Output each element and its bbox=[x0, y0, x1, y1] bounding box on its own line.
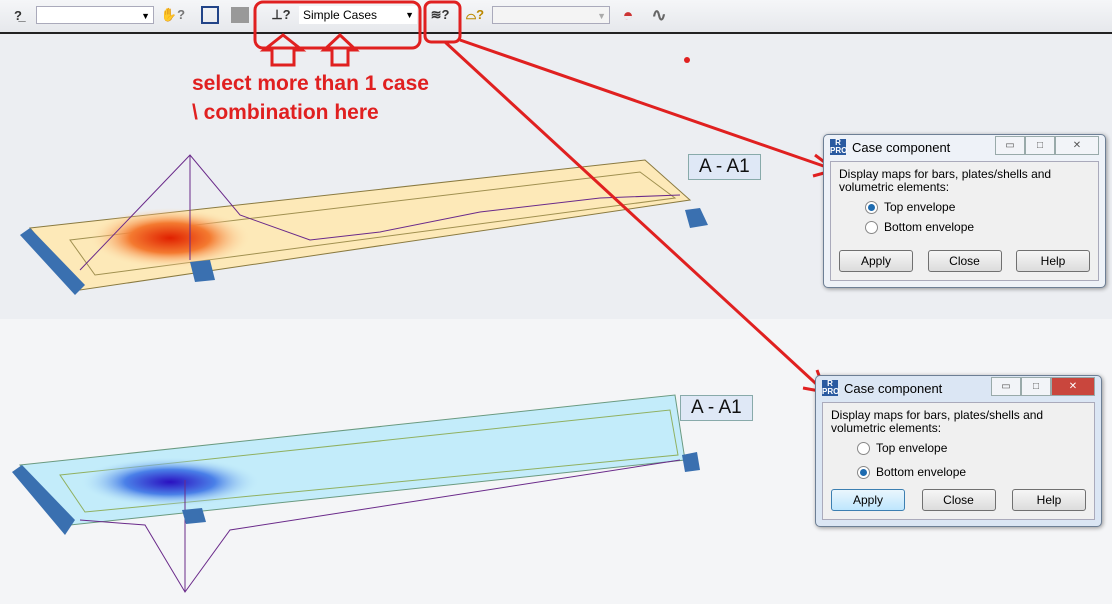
dialog-title: Case component bbox=[852, 139, 951, 155]
grid-icon[interactable] bbox=[229, 4, 251, 26]
close-button[interactable]: Close bbox=[927, 250, 1002, 272]
close-icon[interactable]: ✕ bbox=[1051, 377, 1095, 396]
close-button[interactable]: Close bbox=[921, 489, 996, 511]
section-label-top: A - A1 bbox=[688, 154, 761, 180]
case-component-dialog-bottom: R PRO Case component ▭ □ ✕ Display maps for… bbox=[815, 375, 1102, 527]
radio-top-envelope[interactable]: Top envelope bbox=[857, 441, 1086, 455]
cases-combo[interactable]: Simple Cases ▼ bbox=[299, 6, 417, 24]
component-icon[interactable]: ⌓? bbox=[462, 4, 488, 26]
close-icon[interactable]: ✕ bbox=[1055, 136, 1099, 155]
chevron-down-icon: ▼ bbox=[597, 11, 606, 21]
section-label-bottom: A - A1 bbox=[680, 395, 753, 421]
chevron-down-icon: ▼ bbox=[405, 10, 414, 20]
envelope-icon[interactable]: ≋? bbox=[427, 4, 453, 26]
minimize-button[interactable]: ▭ bbox=[995, 136, 1025, 155]
apply-button[interactable]: Apply bbox=[839, 250, 913, 272]
frame-icon[interactable] bbox=[198, 4, 222, 26]
radio-top-envelope[interactable]: Top envelope bbox=[865, 200, 1090, 214]
component-combo[interactable]: ▼ bbox=[492, 6, 610, 24]
minimize-button[interactable]: ▭ bbox=[991, 377, 1021, 396]
robot-logo: R PRO bbox=[830, 138, 848, 155]
help-button[interactable]: Help bbox=[1016, 250, 1090, 272]
radio-bottom-envelope[interactable]: Bottom envelope bbox=[857, 465, 1086, 479]
apply-button[interactable]: Apply bbox=[831, 489, 905, 511]
toolbar: ?̲ ▼ ✋? ⊥? Simple Cases ▼ ≋? ⌓? ▼ ◓ ∿ bbox=[0, 0, 1112, 34]
robot-logo: R PRO bbox=[822, 379, 840, 396]
hand-help-icon[interactable]: ✋? bbox=[160, 4, 186, 26]
load-help-icon[interactable]: ?̲ bbox=[6, 4, 30, 26]
dialog-description: Display maps for bars, plates/shells and… bbox=[831, 408, 1044, 435]
selection-combo[interactable]: ▼ bbox=[36, 6, 154, 24]
wave-icon[interactable]: ∿ bbox=[646, 4, 672, 26]
annotation-text: select more than 1 case \ combination he… bbox=[192, 72, 429, 124]
help-button[interactable]: Help bbox=[1012, 489, 1086, 511]
radio-bottom-envelope[interactable]: Bottom envelope bbox=[865, 220, 1090, 234]
maximize-button[interactable]: □ bbox=[1025, 136, 1055, 155]
map-icon[interactable]: ◓ bbox=[615, 4, 641, 26]
cases-icon[interactable]: ⊥? bbox=[268, 4, 294, 26]
dialog-title: Case component bbox=[844, 380, 943, 396]
case-component-dialog-top: R PRO Case component ▭ □ ✕ Display maps for… bbox=[823, 134, 1106, 288]
chevron-down-icon: ▼ bbox=[141, 11, 150, 21]
dialog-description: Display maps for bars, plates/shells and… bbox=[839, 167, 1052, 194]
maximize-button[interactable]: □ bbox=[1021, 377, 1051, 396]
